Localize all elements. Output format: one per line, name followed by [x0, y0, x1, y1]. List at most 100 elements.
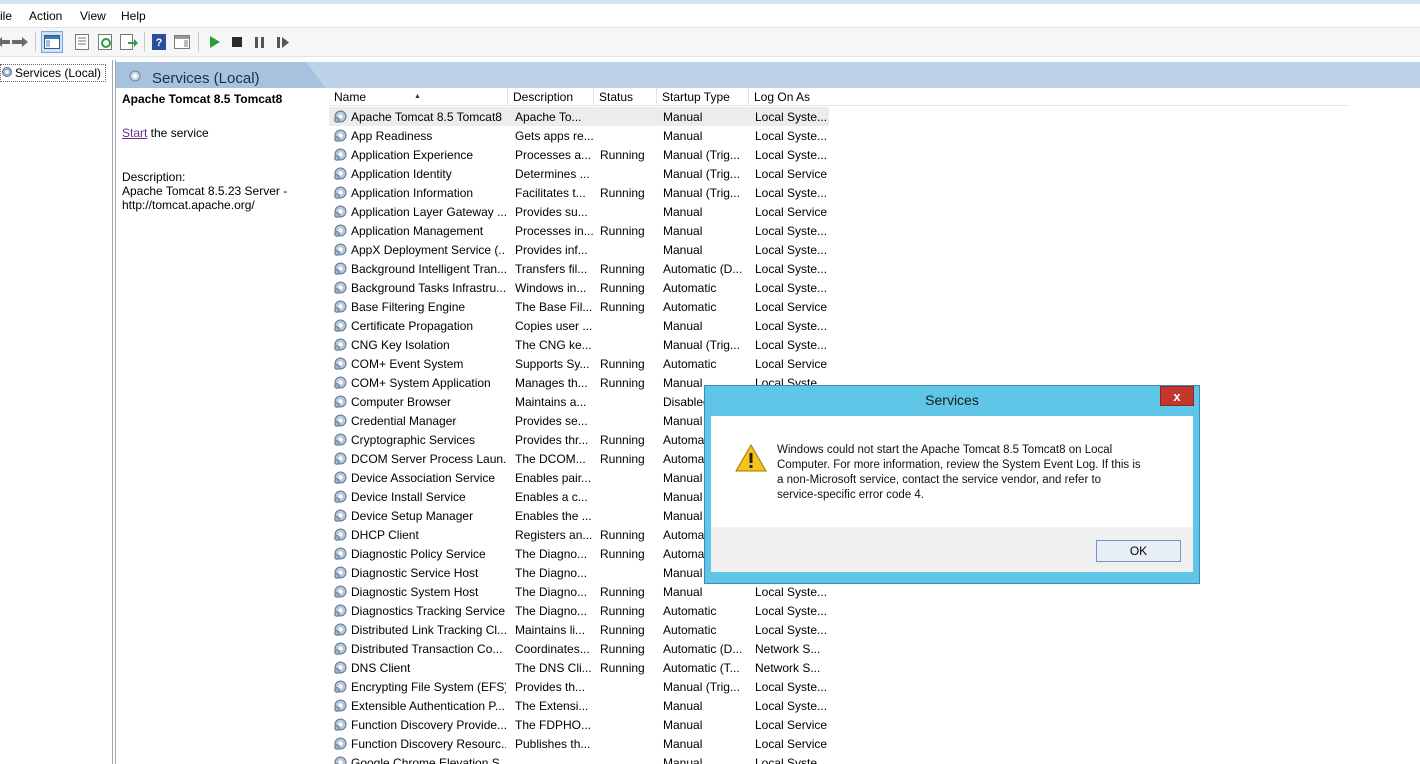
- service-gear-icon: [333, 546, 348, 561]
- service-startup-cell: Manual: [663, 243, 703, 257]
- service-row[interactable]: Distributed Transaction Co... Coordinates…: [329, 639, 829, 658]
- service-logon-cell: Local Syste...: [755, 338, 828, 352]
- service-row[interactable]: Function Discovery Resourc... Publishes t…: [329, 734, 829, 753]
- properties-icon[interactable]: [73, 33, 91, 51]
- service-desc-cell: Apache To...: [515, 110, 582, 124]
- service-row[interactable]: Diagnostics Tracking Service The Diagno..…: [329, 601, 829, 620]
- menu-view[interactable]: View: [80, 9, 106, 23]
- start-service-icon[interactable]: [206, 33, 224, 51]
- service-row[interactable]: DNS Client The DNS Cli... Running Automatic…: [329, 658, 829, 677]
- help-icon[interactable]: ?: [150, 33, 168, 51]
- refresh-icon[interactable]: [97, 33, 115, 51]
- stop-service-icon[interactable]: [228, 33, 246, 51]
- start-service-link[interactable]: Start: [122, 126, 147, 140]
- service-row[interactable]: Background Intelligent Tran... Transfers …: [329, 259, 829, 278]
- export-list-icon[interactable]: [120, 33, 138, 51]
- service-desc-cell: Provides th...: [515, 680, 586, 694]
- service-name-cell: Diagnostic Policy Service: [351, 547, 486, 561]
- service-desc-cell: Enables pair...: [515, 471, 592, 485]
- service-name-cell: Diagnostic System Host: [351, 585, 479, 599]
- service-desc-cell: Copies user ...: [515, 319, 593, 333]
- service-startup-cell: Automatic: [663, 281, 717, 295]
- column-header-log-on-as[interactable]: Log On As: [749, 88, 1349, 106]
- service-desc-cell: Determines ...: [515, 167, 590, 181]
- service-startup-cell: Automatic: [663, 604, 717, 618]
- service-name-cell: Application Layer Gateway ...: [351, 205, 506, 219]
- service-logon-cell: Local Service: [755, 718, 828, 732]
- service-row[interactable]: Certificate Propagation Copies user ... Ma…: [329, 316, 829, 335]
- service-row[interactable]: App Readiness Gets apps re... Manual Local …: [329, 126, 829, 145]
- service-row[interactable]: Application Layer Gateway ... Provides su…: [329, 202, 829, 221]
- dialog-message-line: a non-Microsoft service, contact the ser…: [777, 474, 1102, 486]
- description-line: Apache Tomcat 8.5.23 Server -: [122, 184, 288, 198]
- service-row[interactable]: Background Tasks Infrastru... Windows in.…: [329, 278, 829, 297]
- ok-button[interactable]: OK: [1096, 540, 1181, 562]
- service-startup-cell: Manual: [663, 699, 703, 713]
- service-row[interactable]: AppX Deployment Service (... Provides inf…: [329, 240, 829, 259]
- service-row[interactable]: Encrypting File System (EFS) Provides th.…: [329, 677, 829, 696]
- service-desc-cell: Gets apps re...: [515, 129, 593, 143]
- service-logon-cell: Local Syste...: [755, 680, 828, 694]
- service-gear-icon: [333, 565, 348, 580]
- service-gear-icon: [333, 717, 348, 732]
- service-desc-cell: The DNS Cli...: [515, 661, 592, 675]
- service-status-cell: Running: [600, 642, 645, 656]
- service-name-cell: Google Chrome Elevation S...: [351, 756, 506, 764]
- column-header-label: Name: [334, 90, 367, 104]
- dialog-close-button[interactable]: x: [1160, 386, 1194, 406]
- service-row[interactable]: COM+ Event System Supports Sy... Running Au…: [329, 354, 829, 373]
- service-gear-icon: [333, 755, 348, 764]
- service-desc-cell: Facilitates t...: [515, 186, 586, 200]
- service-row[interactable]: Distributed Link Tracking Cl... Maintains…: [329, 620, 829, 639]
- service-name-cell: Function Discovery Provide...: [351, 718, 506, 732]
- service-logon-cell: Local Syste...: [755, 319, 828, 333]
- show-action-pane-icon[interactable]: [173, 33, 191, 51]
- show-hide-console-tree-icon[interactable]: [41, 31, 63, 53]
- service-row[interactable]: Base Filtering Engine The Base Fil... Runn…: [329, 297, 829, 316]
- column-header-name[interactable]: Name ▲: [329, 88, 508, 106]
- pause-service-icon[interactable]: [251, 33, 269, 51]
- service-startup-cell: Manual: [663, 205, 703, 219]
- service-row[interactable]: Application Information Facilitates t... R…: [329, 183, 829, 202]
- service-status-cell: Running: [600, 357, 645, 371]
- service-desc-cell: Registers an...: [515, 528, 593, 542]
- service-row[interactable]: Application Management Processes in... Run…: [329, 221, 829, 240]
- service-name-cell: CNG Key Isolation: [351, 338, 450, 352]
- console-tree: Services (Local): [0, 60, 113, 764]
- column-header-label: Status: [599, 90, 634, 104]
- service-gear-icon: [333, 432, 348, 447]
- service-row[interactable]: CNG Key Isolation The CNG ke... Manual (Tr…: [329, 335, 829, 354]
- service-row[interactable]: Google Chrome Elevation S... Manual Local …: [329, 753, 829, 764]
- service-details: Apache Tomcat 8.5 Tomcat8 Start the serv…: [122, 92, 322, 212]
- service-row[interactable]: Application Identity Determines ... Manual…: [329, 164, 829, 183]
- service-row[interactable]: Apache Tomcat 8.5 Tomcat8 Apache To... Man…: [329, 107, 829, 126]
- gear-icon: [128, 69, 142, 86]
- forward-icon[interactable]: [11, 33, 29, 51]
- menu-action[interactable]: Action: [29, 9, 62, 23]
- service-row[interactable]: Diagnostic System Host The Diagno... Runni…: [329, 582, 829, 601]
- service-gear-icon: [333, 470, 348, 485]
- service-logon-cell: Local Syste...: [755, 110, 828, 124]
- column-header-startup-type[interactable]: Startup Type: [657, 88, 749, 106]
- service-desc-cell: Publishes th...: [515, 737, 591, 751]
- column-header-description[interactable]: Description: [508, 88, 594, 106]
- service-name-cell: COM+ Event System: [351, 357, 464, 371]
- restart-service-icon[interactable]: [274, 33, 292, 51]
- column-header-status[interactable]: Status: [594, 88, 657, 106]
- tree-node-services-local[interactable]: Services (Local): [0, 64, 107, 82]
- service-row[interactable]: Extensible Authentication P... The Extens…: [329, 696, 829, 715]
- service-row[interactable]: Application Experience Processes a... Runn…: [329, 145, 829, 164]
- service-logon-cell: Local Syste...: [755, 243, 828, 257]
- service-desc-cell: Windows in...: [515, 281, 587, 295]
- column-header-label: Description: [513, 90, 574, 104]
- menu-help[interactable]: Help: [121, 9, 146, 23]
- service-name-cell: Certificate Propagation: [351, 319, 474, 333]
- service-desc-cell: The Diagno...: [515, 604, 588, 618]
- service-status-cell: Running: [600, 547, 645, 561]
- description-line: http://tomcat.apache.org/: [122, 198, 255, 212]
- menu-file[interactable]: ile: [0, 9, 12, 23]
- service-name-cell: Encrypting File System (EFS): [351, 680, 506, 694]
- service-name-cell: Base Filtering Engine: [351, 300, 466, 314]
- service-row[interactable]: Function Discovery Provide... The FDPHO..…: [329, 715, 829, 734]
- service-gear-icon: [333, 413, 348, 428]
